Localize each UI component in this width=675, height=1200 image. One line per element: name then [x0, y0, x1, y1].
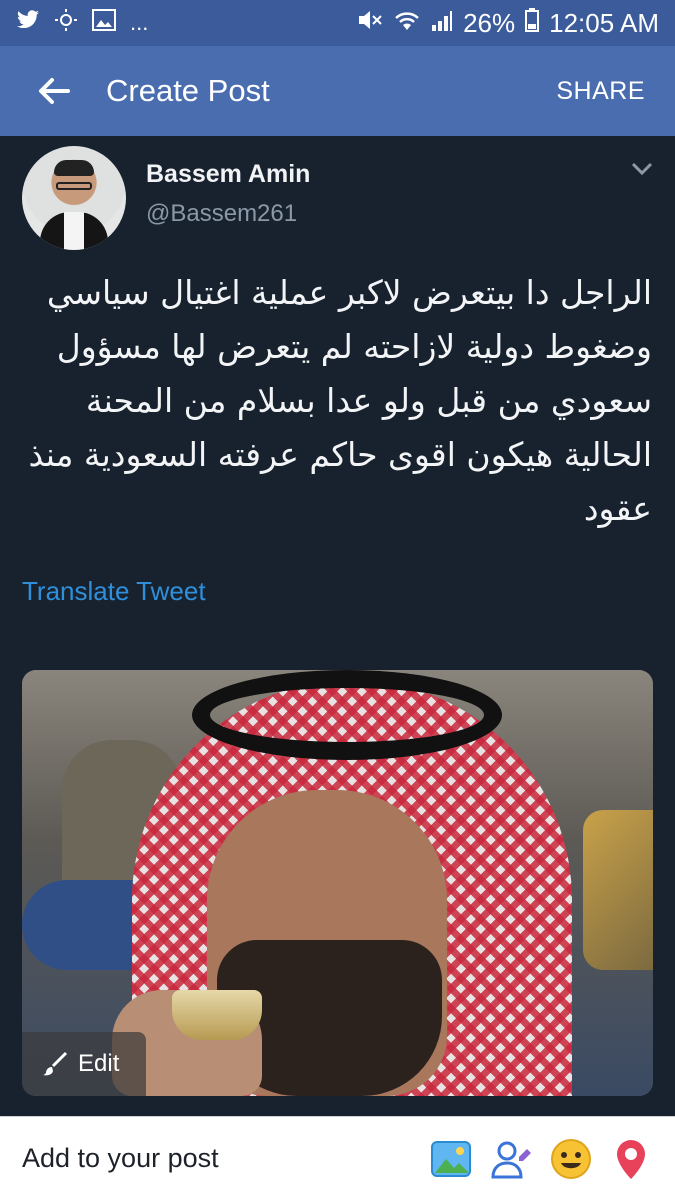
tweet-user-name[interactable]: Bassem Amin [146, 160, 310, 189]
twitter-icon [16, 10, 40, 36]
edit-label: Edit [78, 1050, 120, 1077]
share-button[interactable]: SHARE [550, 71, 651, 112]
tweet-photo[interactable]: Edit [22, 670, 653, 1096]
signal-icon [431, 8, 453, 39]
status-left-icons: ... [16, 8, 148, 38]
wifi-icon [393, 8, 421, 39]
photo-icon[interactable] [429, 1137, 473, 1181]
sun-settings-icon [54, 8, 78, 38]
page-title: Create Post [106, 73, 270, 108]
avatar[interactable] [22, 146, 126, 250]
embedded-tweet[interactable]: Bassem Amin @Bassem261 الراجل دا بيتعرض … [0, 136, 675, 1116]
edit-photo-button[interactable]: Edit [22, 1032, 146, 1096]
battery-percent: 26% [463, 7, 516, 38]
feeling-icon[interactable] [549, 1137, 593, 1181]
clock: 12:05 AM [549, 7, 659, 38]
more-notifications: ... [130, 10, 149, 35]
back-button[interactable] [34, 71, 74, 111]
chevron-down-icon[interactable] [631, 162, 653, 184]
mute-icon [357, 8, 383, 39]
add-to-post-label: Add to your post [22, 1143, 219, 1173]
battery-icon [525, 7, 540, 39]
back-arrow-icon [39, 78, 70, 104]
location-icon[interactable] [609, 1137, 653, 1181]
image-icon [92, 9, 116, 37]
add-to-post-bar[interactable]: Add to your post [0, 1116, 675, 1200]
tweet-text: الراجل دا بيتعرض لاكبر عملية اغتيال سياس… [28, 273, 652, 528]
status-bar: ... 26% 12:05 AM [0, 0, 675, 46]
app-bar: Create Post SHARE [0, 46, 675, 136]
brush-icon [43, 1051, 68, 1076]
translate-tweet-link[interactable]: Translate Tweet [22, 576, 206, 607]
status-right: 26% 12:05 AM [357, 7, 659, 39]
post-options [429, 1137, 653, 1181]
tag-people-icon[interactable] [489, 1137, 533, 1181]
tweet-user-handle[interactable]: @Bassem261 [146, 200, 297, 228]
